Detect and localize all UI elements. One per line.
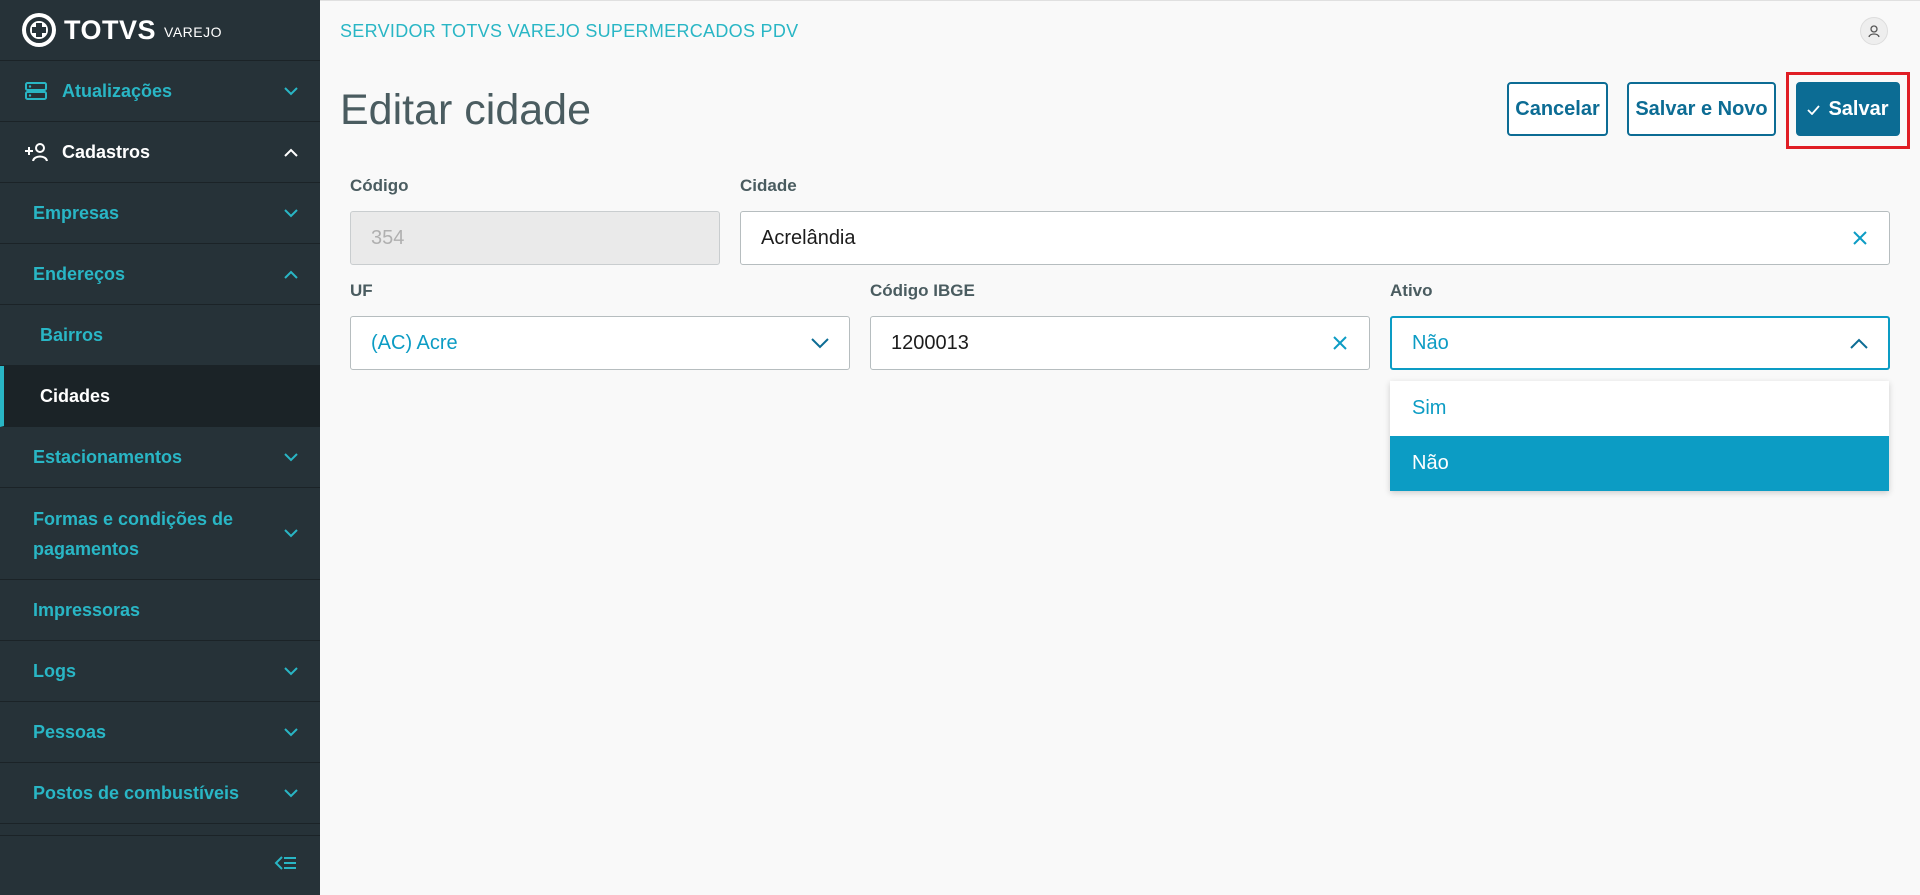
- cidade-field[interactable]: Acrelândia: [740, 211, 1890, 265]
- sidebar-item-formas-pagamento[interactable]: Formas e condições de pagamentos: [0, 488, 320, 580]
- codigo-label: Código: [350, 176, 409, 195]
- chevron-down-icon: [284, 725, 298, 739]
- chevron-up-icon: [1848, 332, 1870, 354]
- codigo-field: 354: [350, 211, 720, 265]
- clear-icon[interactable]: [1849, 227, 1871, 249]
- chevron-down-icon: [284, 206, 298, 220]
- sidebar-item-label: Bairros: [40, 324, 104, 345]
- sidebar-menu: Atualizações Cadastros Empresas Endereço…: [0, 61, 320, 824]
- option-nao[interactable]: Não: [1390, 436, 1889, 491]
- ibge-value: 1200013: [891, 331, 969, 354]
- chevron-down-icon: [284, 786, 298, 800]
- cancel-button[interactable]: Cancelar: [1507, 82, 1608, 136]
- collapse-menu-icon[interactable]: [274, 854, 298, 877]
- totvs-logo-icon: [22, 13, 56, 47]
- uf-value: (AC) Acre: [371, 331, 458, 354]
- sidebar-item-label: Cidades: [40, 385, 111, 406]
- save-button-label: Salvar: [1828, 97, 1889, 120]
- sidebar-item-label: Atualizações: [62, 80, 173, 101]
- chevron-down-icon: [284, 84, 298, 98]
- sidebar-item-estacionamentos[interactable]: Estacionamentos: [0, 427, 320, 488]
- ativo-dropdown: Sim Não: [1390, 381, 1889, 491]
- ativo-label: Ativo: [1390, 281, 1433, 300]
- sidebar-item-pessoas[interactable]: Pessoas: [0, 702, 320, 763]
- sidebar-footer: [0, 835, 320, 895]
- sidebar-item-postos[interactable]: Postos de combustíveis: [0, 763, 320, 824]
- logo[interactable]: TOTVS VAREJO: [0, 0, 320, 61]
- sidebar-item-label: Endereços: [33, 263, 126, 284]
- chevron-down-icon: [284, 664, 298, 678]
- sidebar-item-label: Cadastros: [62, 141, 151, 162]
- sidebar-item-atualizacoes[interactable]: Atualizações: [0, 61, 320, 122]
- chevron-up-icon: [284, 267, 298, 281]
- sidebar-item-label: Impressoras: [33, 599, 141, 620]
- top-bar: SERVIDOR TOTVS VAREJO SUPERMERCADOS PDV: [320, 0, 1920, 61]
- sidebar-item-cidades[interactable]: Cidades: [0, 366, 320, 427]
- sidebar-item-label: Empresas: [33, 202, 120, 223]
- ibge-field[interactable]: 1200013: [870, 316, 1370, 370]
- save-and-new-button[interactable]: Salvar e Novo: [1627, 82, 1776, 136]
- chevron-down-icon: [284, 527, 298, 541]
- sidebar-item-label: Estacionamentos: [33, 446, 183, 467]
- user-avatar-icon[interactable]: [1860, 17, 1888, 45]
- chevron-down-icon: [809, 332, 831, 354]
- app-title: SERVIDOR TOTVS VAREJO SUPERMERCADOS PDV: [340, 20, 799, 41]
- cidade-value: Acrelândia: [761, 226, 856, 249]
- sidebar-item-bairros[interactable]: Bairros: [0, 305, 320, 366]
- sidebar-item-logs[interactable]: Logs: [0, 641, 320, 702]
- sidebar-item-cadastros[interactable]: Cadastros: [0, 122, 320, 183]
- chevron-up-icon: [284, 145, 298, 159]
- uf-label: UF: [350, 281, 373, 300]
- sidebar: TOTVS VAREJO Atualizações Cadastros Empr…: [0, 0, 320, 895]
- add-user-icon: [24, 140, 48, 164]
- sidebar-item-label: Postos de combustíveis: [33, 782, 240, 803]
- sidebar-item-label: Logs: [33, 660, 76, 681]
- brand-name: TOTVS: [64, 14, 157, 45]
- ativo-value: Não: [1412, 331, 1449, 354]
- sidebar-item-label: Pessoas: [33, 721, 107, 742]
- sidebar-item-impressoras[interactable]: Impressoras: [0, 580, 320, 641]
- ativo-select[interactable]: Não: [1390, 316, 1890, 370]
- uf-select[interactable]: (AC) Acre: [350, 316, 850, 370]
- codigo-value: 354: [371, 226, 405, 249]
- clear-icon[interactable]: [1329, 332, 1351, 354]
- sidebar-item-enderecos[interactable]: Endereços: [0, 244, 320, 305]
- sidebar-item-empresas[interactable]: Empresas: [0, 183, 320, 244]
- server-icon: [24, 79, 48, 103]
- check-icon: [1807, 98, 1821, 121]
- chevron-down-icon: [284, 450, 298, 464]
- cidade-label: Cidade: [740, 176, 797, 195]
- sidebar-item-label: Formas e condições de pagamentos: [33, 508, 234, 559]
- save-button[interactable]: Salvar: [1796, 82, 1900, 136]
- page-title: Editar cidade: [340, 86, 591, 134]
- brand-sub: VAREJO: [164, 24, 223, 40]
- ibge-label: Código IBGE: [870, 281, 975, 300]
- option-sim[interactable]: Sim: [1390, 381, 1889, 436]
